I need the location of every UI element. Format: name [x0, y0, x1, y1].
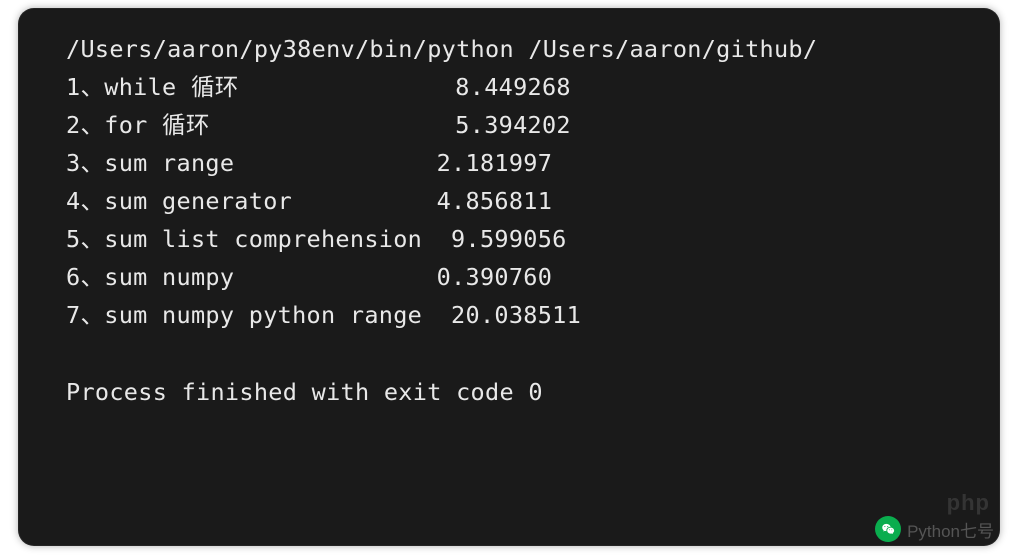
- exit-message: Process finished with exit code 0: [66, 378, 543, 406]
- wechat-icon: [875, 516, 901, 542]
- wechat-watermark: Python七号: [875, 516, 994, 542]
- result-row: 4、sum generator 4.856811: [66, 187, 552, 215]
- result-row: 5、sum list comprehension 9.599056: [66, 225, 567, 253]
- command-line: /Users/aaron/py38env/bin/python /Users/a…: [66, 35, 817, 63]
- result-row: 7、sum numpy python range 20.038511: [66, 301, 581, 329]
- php-watermark: php: [947, 490, 990, 516]
- result-row: 2、for 循环 5.394202: [66, 111, 571, 139]
- watermark-label: Python七号: [907, 517, 994, 542]
- terminal-window: /Users/aaron/py38env/bin/python /Users/a…: [18, 8, 1000, 546]
- terminal-output: /Users/aaron/py38env/bin/python /Users/a…: [18, 8, 1000, 431]
- result-row: 6、sum numpy 0.390760: [66, 263, 552, 291]
- result-row: 1、while 循环 8.449268: [66, 73, 571, 101]
- result-row: 3、sum range 2.181997: [66, 149, 552, 177]
